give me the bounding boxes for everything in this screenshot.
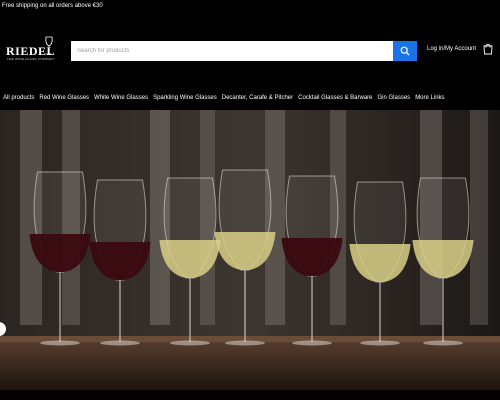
brand-tagline: THE WINE GLASS COMPANY: [7, 57, 55, 61]
hero-banner[interactable]: [0, 110, 500, 400]
cart-icon[interactable]: [482, 43, 494, 55]
nav-item-all-products[interactable]: All products: [3, 95, 34, 101]
search-input[interactable]: [71, 41, 393, 61]
account-link[interactable]: Log in/My Account: [427, 46, 476, 52]
wine-glass-icon: [45, 36, 53, 55]
nav-item-gin-glasses[interactable]: Gin Glasses: [378, 95, 411, 101]
search-icon: [400, 46, 410, 56]
nav-item-decanter[interactable]: Decanter, Carafe & Pitcher: [222, 95, 293, 101]
search-bar: [71, 41, 417, 61]
nav-item-red-wine-glasses[interactable]: Red Wine Glasses: [39, 95, 89, 101]
nav-item-sparkling-wine-glasses[interactable]: Sparkling Wine Glasses: [153, 95, 217, 101]
site-header: RIEDEL THE WINE GLASS COMPANY Log in/My …: [0, 14, 500, 90]
announcement-bar: Free shipping on all orders above €30: [0, 0, 500, 14]
nav-item-more-links[interactable]: More Links: [415, 95, 444, 101]
announcement-text: Free shipping on all orders above €30: [2, 3, 103, 9]
search-button[interactable]: [393, 41, 417, 61]
main-nav: All products Red Wine Glasses White Wine…: [0, 90, 500, 110]
hero-image: [0, 110, 500, 400]
brand-logo[interactable]: RIEDEL THE WINE GLASS COMPANY: [6, 36, 55, 64]
nav-item-cocktail-glasses[interactable]: Cocktail Glasses & Barware: [298, 95, 372, 101]
nav-item-white-wine-glasses[interactable]: White Wine Glasses: [94, 95, 148, 101]
